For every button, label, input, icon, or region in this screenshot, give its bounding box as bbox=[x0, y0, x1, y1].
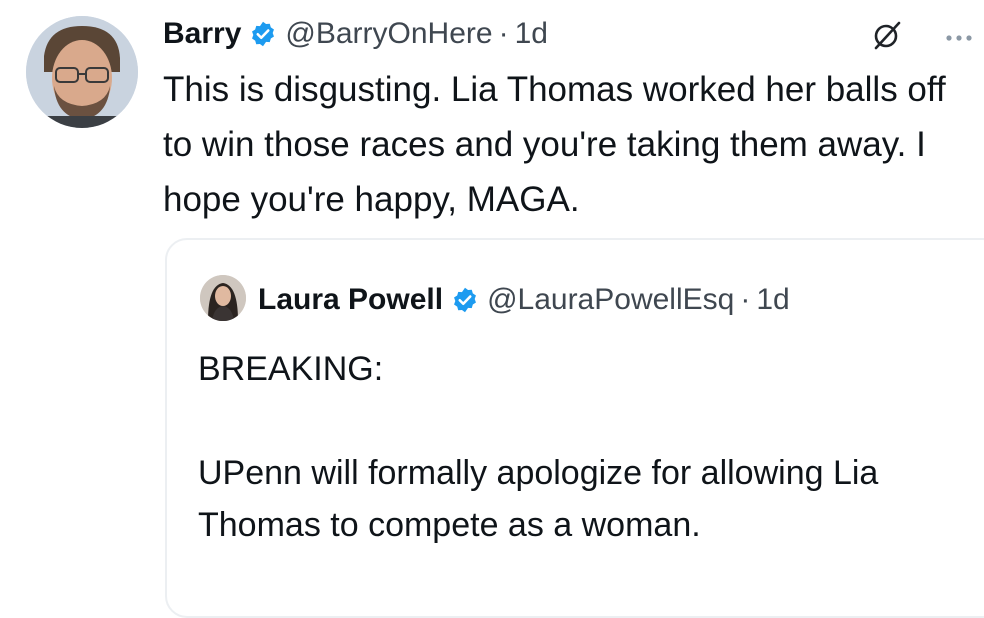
author-handle[interactable]: @BarryOnHere bbox=[285, 17, 492, 51]
quoted-author-handle[interactable]: @LauraPowellEsq bbox=[487, 283, 734, 317]
tweet-text: This is disgusting. Lia Thomas worked he… bbox=[163, 70, 946, 219]
timestamp[interactable]: 1d bbox=[515, 17, 548, 51]
separator-dot: · bbox=[740, 283, 751, 316]
tweet[interactable]: Barry @BarryOnHere · 1d This is disgusti… bbox=[0, 0, 984, 618]
tweet-header: Barry @BarryOnHere · 1d bbox=[163, 14, 548, 54]
more-options-icon[interactable] bbox=[944, 30, 978, 41]
verified-badge-icon bbox=[451, 286, 479, 314]
separator-dot: · bbox=[498, 17, 509, 50]
quoted-tweet-heading: BREAKING: bbox=[198, 350, 384, 388]
quoted-tweet-header: Laura Powell @LauraPowellEsq · 1d bbox=[258, 280, 790, 320]
verified-badge-icon bbox=[249, 20, 277, 48]
quoted-timestamp[interactable]: 1d bbox=[756, 283, 789, 317]
quoted-tweet-text: UPenn will formally apologize for allowi… bbox=[198, 454, 879, 544]
author-name[interactable]: Barry bbox=[163, 17, 241, 51]
quoted-author-avatar[interactable] bbox=[200, 275, 246, 321]
quoted-author-name[interactable]: Laura Powell bbox=[258, 283, 443, 317]
author-avatar[interactable] bbox=[26, 16, 138, 128]
grok-icon[interactable] bbox=[872, 20, 902, 50]
